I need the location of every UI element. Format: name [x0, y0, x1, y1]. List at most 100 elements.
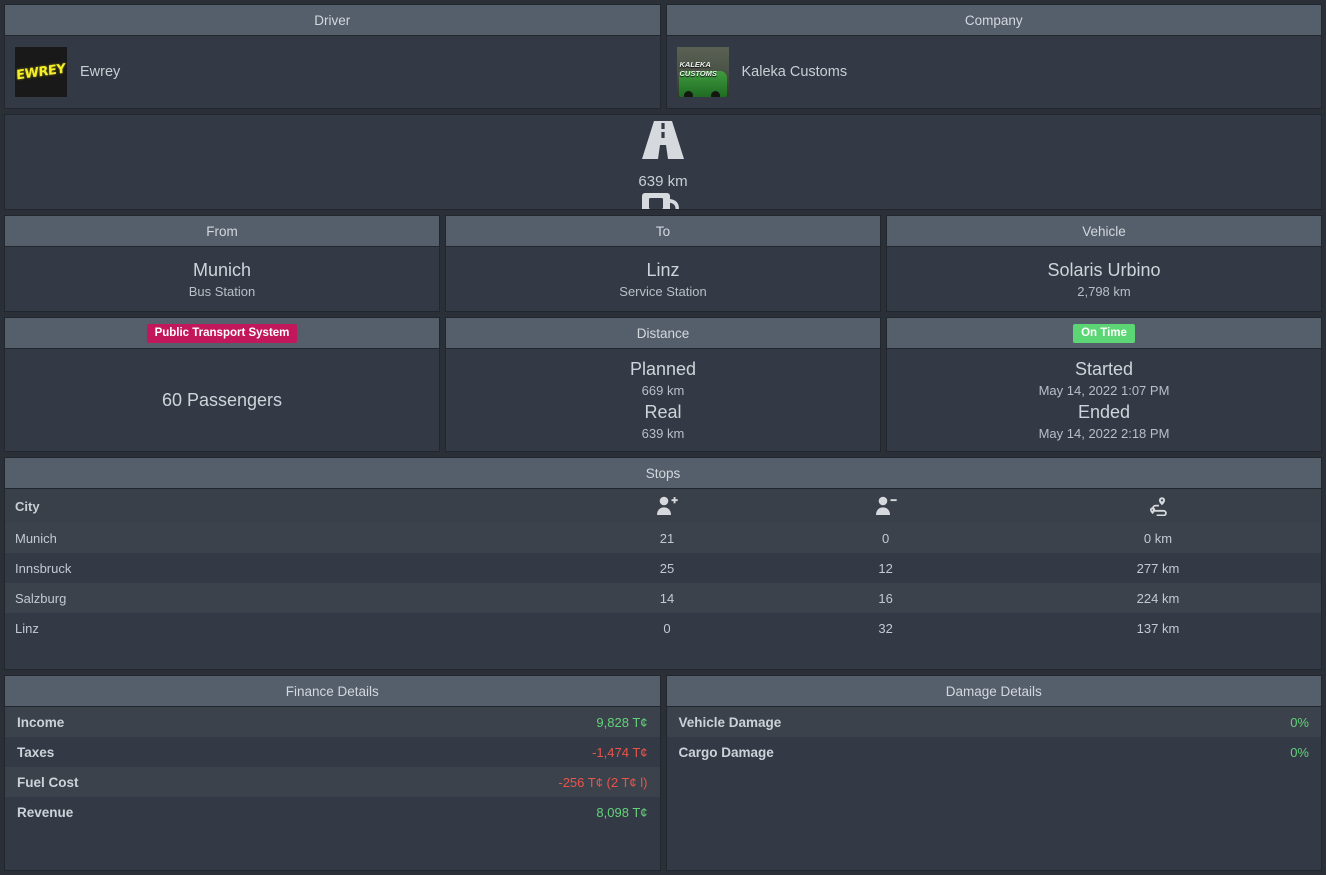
started-value: May 14, 2022 1:07 PM: [1038, 383, 1170, 398]
planned-label: Planned: [629, 359, 697, 379]
person-minus-icon: [786, 496, 985, 516]
finance-label: Taxes: [17, 744, 55, 760]
finance-label: Revenue: [17, 804, 74, 820]
cargo-panel-header: Public Transport System: [5, 318, 439, 349]
finance-value: 8,098 T¢: [596, 804, 648, 820]
planned-value: 669 km: [641, 383, 685, 398]
stat-distance: 639 km: [5, 115, 1321, 190]
company-panel-header: Company: [666, 5, 1321, 36]
damage-value: 0%: [1290, 714, 1309, 730]
finance-value: -1,474 T¢: [592, 744, 648, 760]
driver-panel: Driver EWREY Ewrey: [4, 4, 661, 109]
real-label: Real: [644, 402, 682, 422]
stat-fuel: 23 l/100km: [5, 190, 1321, 209]
road-icon: [640, 115, 686, 161]
from-panel: From Munich Bus Station: [4, 215, 440, 312]
stop-boarded: 21: [659, 530, 675, 546]
finance-panel-header: Finance Details: [5, 676, 660, 707]
finance-list: Income 9,828 T¢ Taxes -1,474 T¢ Fuel Cos…: [5, 707, 660, 827]
stop-left: 12: [878, 560, 893, 576]
details-row: Public Transport System 60 Passengers Di…: [4, 317, 1322, 452]
stop-boarded: 14: [659, 590, 675, 606]
stops-panel-header: Stops: [5, 458, 1321, 489]
vehicle-panel-header: Vehicle: [887, 216, 1321, 247]
company-panel: Company KALEKA CUSTOMS Kaleka Customs: [665, 4, 1322, 109]
stop-left: 16: [878, 590, 893, 606]
table-row[interactable]: Linz 0 32 137 km: [5, 613, 1321, 643]
driver-entity[interactable]: EWREY Ewrey: [5, 36, 660, 108]
company-logo-text: KALEKA CUSTOMS: [679, 60, 717, 78]
status-badge: Public Transport System: [146, 323, 298, 343]
to-panel: To Linz Service Station: [445, 215, 881, 312]
damage-label: Cargo Damage: [678, 744, 774, 760]
fuel-pump-icon: [640, 190, 686, 209]
list-item[interactable]: Income 9,828 T¢: [5, 707, 660, 737]
stats-strip: 639 km 23 l/100km 0%: [4, 114, 1322, 210]
company-name: Kaleka Customs: [741, 64, 848, 80]
stops-table: City Munich 21 0 0 km Innsbruck 25 12 27…: [5, 489, 1321, 643]
stops-table-body: Munich 21 0 0 km Innsbruck 25 12 277 km …: [5, 523, 1321, 643]
table-row[interactable]: Innsbruck 25 12 277 km: [5, 553, 1321, 583]
column-distance[interactable]: [994, 489, 1321, 523]
on-time-badge: On Time: [1073, 323, 1135, 343]
vehicle-model: Solaris Urbino: [1047, 259, 1161, 280]
damage-panel-header: Damage Details: [666, 676, 1321, 707]
vehicle-panel: Vehicle Solaris Urbino 2,798 km: [886, 215, 1322, 312]
distance-panel-header: Distance: [446, 318, 880, 349]
list-item[interactable]: Fuel Cost -256 T¢ (2 T¢ l): [5, 767, 660, 797]
list-item[interactable]: Vehicle Damage 0%: [666, 707, 1321, 737]
ended-label: Ended: [1077, 402, 1131, 422]
stop-boarded: 25: [659, 560, 675, 576]
driver-avatar-logo: EWREY: [15, 47, 67, 97]
driver-name: Ewrey: [80, 64, 121, 80]
stop-distance: 277 km: [1136, 560, 1180, 576]
finance-value: 9,828 T¢: [596, 714, 648, 730]
stop-boarded: 0: [663, 620, 671, 636]
column-city[interactable]: City: [5, 489, 558, 523]
table-row[interactable]: Salzburg 14 16 224 km: [5, 583, 1321, 613]
schedule-panel: On Time Started May 14, 2022 1:07 PM End…: [886, 317, 1322, 452]
damage-panel: Damage Details Vehicle Damage 0% Cargo D…: [665, 675, 1322, 871]
to-city: Linz: [646, 259, 680, 280]
damage-label: Vehicle Damage: [678, 714, 782, 730]
table-row[interactable]: Munich 21 0 0 km: [5, 523, 1321, 553]
finance-value: -256 T¢ (2 T¢ l): [558, 774, 648, 790]
route-icon: [1005, 496, 1311, 516]
finance-panel: Finance Details Income 9,828 T¢ Taxes -1…: [4, 675, 661, 871]
vehicle-odometer: 2,798 km: [1077, 283, 1131, 299]
stat-distance-value: 639 km: [638, 173, 688, 190]
stop-left: 0: [882, 530, 890, 546]
summary-row: Finance Details Income 9,828 T¢ Taxes -1…: [4, 675, 1322, 871]
distance-panel: Distance Planned 669 km Real 639 km: [445, 317, 881, 452]
stop-distance: 0 km: [1143, 530, 1173, 546]
company-entity[interactable]: KALEKA CUSTOMS Kaleka Customs: [667, 36, 1322, 108]
stop-city: Linz: [15, 620, 39, 636]
started-label: Started: [1074, 359, 1134, 379]
person-plus-icon: [568, 496, 767, 516]
ended-value: May 14, 2022 2:18 PM: [1038, 426, 1170, 441]
stop-left: 32: [878, 620, 893, 636]
table-header-row: City: [5, 489, 1321, 523]
finance-label: Income: [17, 714, 65, 730]
schedule-panel-header: On Time: [887, 318, 1321, 349]
list-item[interactable]: Taxes -1,474 T¢: [5, 737, 660, 767]
from-city: Munich: [192, 259, 252, 280]
finance-label: Fuel Cost: [17, 774, 79, 790]
job-summary-page: Driver EWREY Ewrey Company KALEKA CUSTOM…: [0, 0, 1326, 875]
passenger-count: 60 Passengers: [161, 389, 283, 410]
stop-distance: 137 km: [1136, 620, 1180, 636]
stop-city: Innsbruck: [15, 560, 72, 576]
real-value: 639 km: [641, 426, 685, 441]
damage-list: Vehicle Damage 0% Cargo Damage 0%: [666, 707, 1321, 767]
from-panel-header: From: [5, 216, 439, 247]
stop-city: Munich: [15, 530, 57, 546]
from-place: Bus Station: [188, 283, 256, 299]
route-row: From Munich Bus Station To Linz Service …: [4, 215, 1322, 312]
list-item[interactable]: Cargo Damage 0%: [666, 737, 1321, 767]
column-left[interactable]: [776, 489, 995, 523]
to-panel-header: To: [446, 216, 880, 247]
column-boarded[interactable]: [557, 489, 777, 523]
to-place: Service Station: [619, 283, 707, 299]
list-item[interactable]: Revenue 8,098 T¢: [5, 797, 660, 827]
driver-panel-header: Driver: [5, 5, 660, 36]
